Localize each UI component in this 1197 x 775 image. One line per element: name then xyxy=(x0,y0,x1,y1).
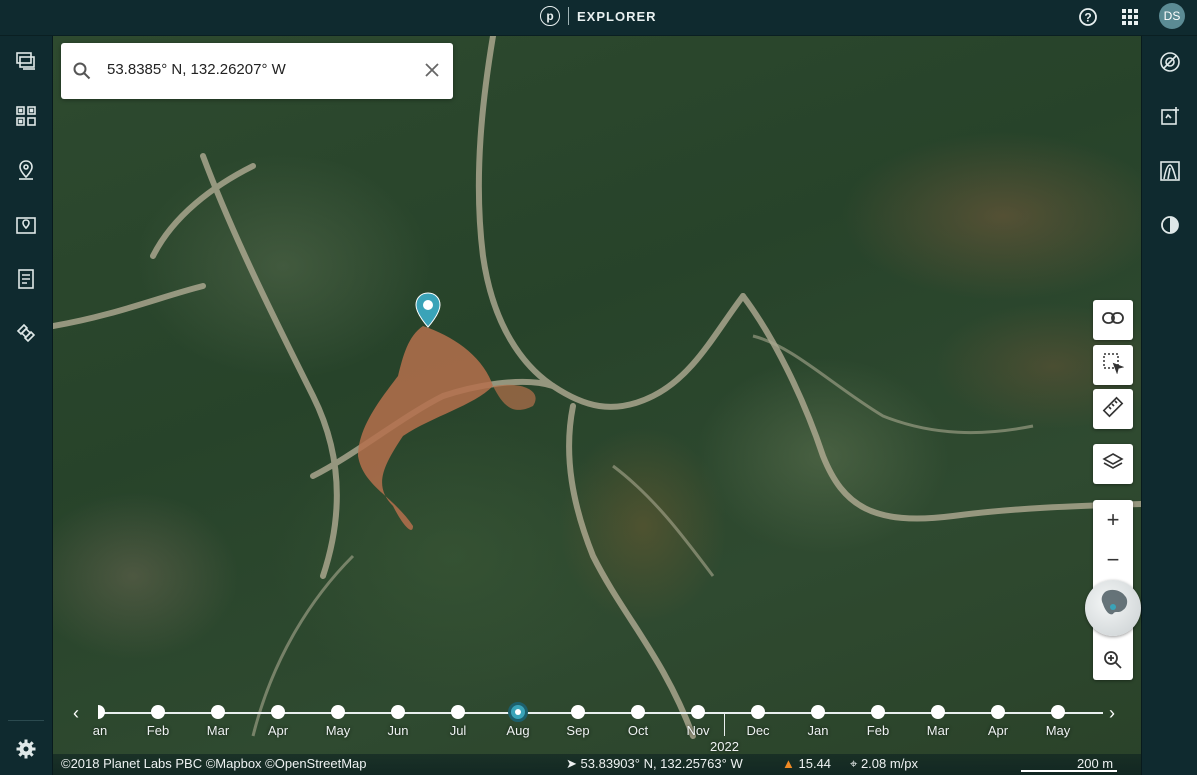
timeline-month-label[interactable]: Apr xyxy=(268,723,288,738)
compare-icon[interactable] xyxy=(1157,49,1183,75)
measure-button[interactable] xyxy=(1093,389,1133,429)
timeline-month-label[interactable]: Feb xyxy=(147,723,169,738)
timeline-dot[interactable] xyxy=(271,705,285,719)
timeline-month-label[interactable]: Dec xyxy=(746,723,769,738)
timeline-month-label[interactable]: Jun xyxy=(388,723,409,738)
timeline-dot[interactable] xyxy=(691,705,705,719)
link-icon xyxy=(1102,311,1124,330)
search-input[interactable]: 53.8385° N, 132.26207° W xyxy=(107,61,286,78)
map-pin-icon[interactable] xyxy=(13,212,39,238)
timeline-dot-selected[interactable] xyxy=(508,702,528,722)
timeline-month-label[interactable]: May xyxy=(326,723,351,738)
timeline-month-label[interactable]: Jul xyxy=(450,723,467,738)
select-area-icon xyxy=(1102,352,1125,379)
timeline-month-label[interactable]: Mar xyxy=(207,723,229,738)
share-link-button[interactable] xyxy=(1093,300,1133,340)
timeline-month-label[interactable]: Oct xyxy=(628,723,648,738)
mosaics-icon[interactable] xyxy=(13,48,39,74)
timeline-dot[interactable] xyxy=(1051,705,1065,719)
search-box[interactable]: 53.8385° N, 132.26207° W xyxy=(61,43,453,99)
timeline-month-label[interactable]: an xyxy=(93,723,107,738)
scale-label: 200 m xyxy=(1077,756,1114,771)
apps-grid-icon[interactable] xyxy=(1119,6,1141,28)
ruler-icon xyxy=(1102,396,1124,423)
globe-minimap[interactable] xyxy=(1085,580,1141,636)
timeline-dot[interactable] xyxy=(451,705,465,719)
timeline-track xyxy=(98,712,1103,714)
timeline-month-label[interactable]: Apr xyxy=(988,723,1008,738)
app-title: EXPLORER xyxy=(577,8,657,24)
svg-text:?: ? xyxy=(1084,11,1091,25)
focus-icon: ⌖ xyxy=(850,756,858,771)
scale-bar xyxy=(1021,770,1117,772)
status-bar: ©2018 Planet Labs PBC ©Mapbox ©OpenStree… xyxy=(53,754,1141,775)
sidebar-divider xyxy=(8,720,44,721)
right-sidebar xyxy=(1141,36,1197,775)
layers-button[interactable] xyxy=(1093,444,1133,484)
enhance-icon[interactable] xyxy=(1157,103,1183,129)
timeline-next-arrow-icon[interactable]: › xyxy=(1109,703,1115,724)
timeline-month-label[interactable]: Sep xyxy=(566,723,589,738)
timeline-month-label[interactable]: Mar xyxy=(927,723,949,738)
contrast-icon[interactable] xyxy=(1157,212,1183,238)
left-sidebar xyxy=(0,36,53,775)
timeline-month-label[interactable]: Nov xyxy=(686,723,709,738)
top-bar: p EXPLORER ? DS xyxy=(0,0,1197,36)
warning-readout: ▲ 15.44 xyxy=(782,756,832,771)
select-area-button[interactable] xyxy=(1093,345,1133,385)
gear-icon[interactable] xyxy=(13,736,39,762)
timeline-dot[interactable] xyxy=(391,705,405,719)
timeline-month-label[interactable]: Jan xyxy=(808,723,829,738)
timeline-dot[interactable] xyxy=(931,705,945,719)
timeline-dot[interactable] xyxy=(571,705,585,719)
timeline-dot[interactable] xyxy=(98,705,105,719)
resolution-readout: ⌖ 2.08 m/px xyxy=(850,756,919,771)
timeline-dot[interactable] xyxy=(811,705,825,719)
cursor-coords: ➤ 53.83903° N, 132.25763° W xyxy=(566,756,743,771)
map-attribution[interactable]: ©2018 Planet Labs PBC ©Mapbox ©OpenStree… xyxy=(61,756,367,771)
timeline-dot[interactable] xyxy=(631,705,645,719)
satellite-icon[interactable] xyxy=(13,320,39,346)
year-label: 2022 xyxy=(710,739,739,754)
satellite-map[interactable] xyxy=(53,36,1141,775)
help-icon[interactable]: ? xyxy=(1077,6,1099,28)
search-icon xyxy=(73,62,91,85)
brand-divider xyxy=(568,7,569,25)
timeline-dot[interactable] xyxy=(871,705,885,719)
timeline-dot[interactable] xyxy=(151,705,165,719)
zoom-to-icon[interactable] xyxy=(1093,640,1133,680)
zoom-out-button[interactable]: − xyxy=(1093,540,1133,580)
warning-icon: ▲ xyxy=(782,756,795,771)
timeline-dot[interactable] xyxy=(331,705,345,719)
timeline-month-label[interactable]: Feb xyxy=(867,723,889,738)
brand[interactable]: p EXPLORER xyxy=(540,5,657,27)
map-imagery xyxy=(53,36,1141,739)
timeline-prev-arrow-icon[interactable]: ‹ xyxy=(73,703,79,724)
timeline-month-label[interactable]: May xyxy=(1046,723,1071,738)
timeline-dot[interactable] xyxy=(211,705,225,719)
navigation-arrow-icon: ➤ xyxy=(566,756,577,771)
zoom-in-button[interactable]: + xyxy=(1093,500,1133,540)
spectral-icon[interactable] xyxy=(1157,158,1183,184)
timeline-month-label[interactable]: Aug xyxy=(506,723,529,738)
close-icon[interactable] xyxy=(424,62,440,83)
user-avatar[interactable]: DS xyxy=(1159,3,1185,29)
timeline: ‹ 2022 › an Feb Mar Apr May Jun Jul Aug Sep Oct No… xyxy=(53,698,1141,754)
year-marker xyxy=(724,712,725,736)
planet-logo-icon: p xyxy=(540,6,560,26)
places-icon[interactable] xyxy=(13,157,39,183)
notes-icon[interactable] xyxy=(13,266,39,292)
timeline-dot[interactable] xyxy=(991,705,1005,719)
timeline-dot[interactable] xyxy=(751,705,765,719)
layers-icon xyxy=(1102,451,1124,478)
tiles-icon[interactable] xyxy=(13,103,39,129)
